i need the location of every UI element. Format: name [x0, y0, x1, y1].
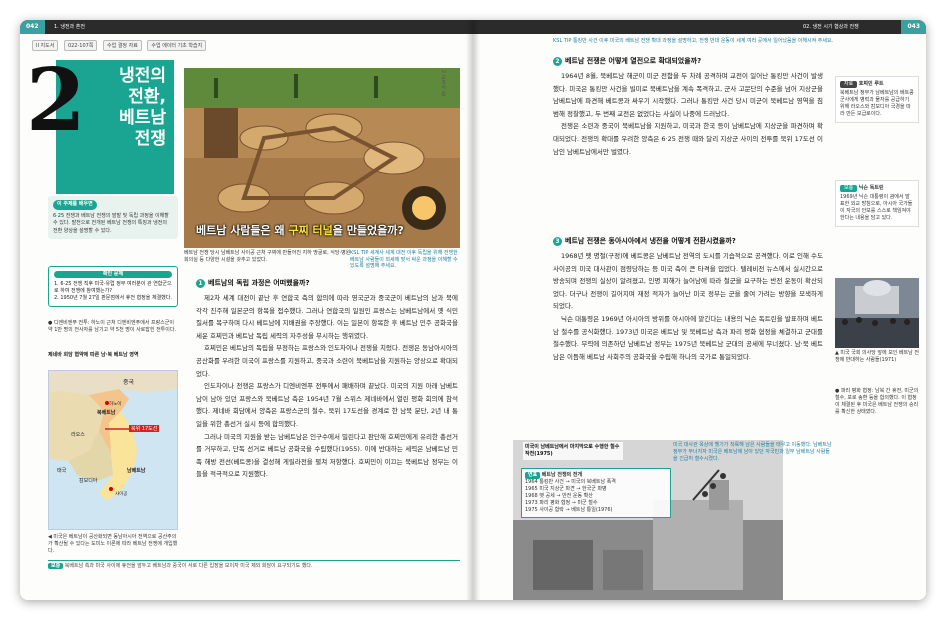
section-1-paragraph: 그러나 미국의 지원을 받는 남베트남은 인구수에서 밀린다고 판단해 호찌민에…	[196, 432, 458, 479]
map-label-south: 남베트남	[127, 468, 146, 474]
right-header: 02. 냉전 시기 협상과 전쟁 043	[473, 20, 926, 34]
left-page-number: 042	[20, 20, 45, 34]
section-1-title: 베트남의 독립 과정은 어떠했을까?	[208, 279, 310, 287]
textbook-spread: 042 1. 냉전과 혼전 II 지도서 022-107쪽 수업 결정 자료 수…	[20, 20, 926, 600]
timeline-title: 베트남 전쟁의 전개	[541, 472, 583, 478]
learning-goal-tag: 이 주제를 배우면	[53, 200, 97, 210]
check-question-title: 확인 문제	[54, 271, 172, 278]
section-1-heading: 1 베트남의 독립 과정은 어떠했을까?	[196, 278, 310, 288]
section-1-body: 제2차 세계 대전이 끝난 후 연합국 측의 합의에 따라 영국군과 중국군이 …	[196, 292, 458, 481]
timeline-item: 1965 미국 지상군 파견 → 한국군 파병	[525, 486, 607, 492]
timeline-item: 1973 파리 평화 협정 → 미군 철수	[525, 500, 598, 506]
bottom-note-text: 북베트남 측과 미국 사이에 휴전을 앞두고 베트남과 중국이 서로 다른 입장…	[64, 563, 313, 569]
ksl-tip-left: KSL TIP 세계사 세계 대전 이후 독립을 위해 전쟁한 베트남 사람들이…	[350, 250, 458, 269]
section-3-body: 1968년 뗏 명절(구정)에 베트콩은 남베트남 전역의 도시를 기습적으로 …	[553, 250, 823, 363]
side-box-text: 1969년 닉슨 대통령이 괌에서 발표한 외교 방침으로, 아시아 국가들이 …	[840, 194, 913, 221]
section-1-paragraph: 인도차이나 전쟁은 프랑스가 디엔비엔푸 전투에서 패배하며 끝났다. 미국의 …	[196, 382, 458, 428]
side-box-title: 호찌민 루트	[858, 81, 884, 87]
section-2-paragraph: 전쟁은 소련과 중국이 북베트남을 지원하고, 미국과 한국 등이 남베트남에 …	[553, 122, 823, 156]
right-header-title: 02. 냉전 시기 협상과 전쟁	[803, 24, 859, 30]
map-label-thailand: 태국	[57, 468, 67, 474]
paris-accord-note: ● 파리 평화 협정: 남북 간 휴전, 미군의 철수, 포로 송환 등을 합의…	[835, 388, 919, 415]
map-label-china: 중국	[123, 379, 135, 386]
evacuation-photo-graphic	[513, 440, 783, 600]
book-gutter	[466, 20, 480, 600]
resource-chip[interactable]: 수업 결정 자료	[103, 40, 142, 51]
side-box-tag: 자료	[840, 81, 858, 88]
section-1-paragraph: 제2차 세계 대전이 끝난 후 연합국 측의 합의에 따라 영국군과 중국군이 …	[196, 294, 458, 340]
antiwar-protest-photo	[835, 278, 919, 348]
term-note: ● 디엔비엔푸 전투: 하노이 근처 디엔비엔푸에서 프랑스군이 약 1만 명의…	[48, 320, 177, 333]
cu-chi-tunnel-illustration	[184, 68, 460, 248]
map-label-hanoi: 하노이	[109, 402, 122, 407]
section-3-paragraph: 1968년 뗏 명절(구정)에 베트콩은 남베트남 전역의 도시를 기습적으로 …	[553, 252, 823, 311]
timeline-item: 1975 사이공 함락 → 베트남 통일(1976)	[525, 507, 613, 513]
right-page-number: 043	[901, 20, 926, 34]
timeline-tag: 연표	[525, 472, 541, 479]
ksl-tip-right: KSL TIP 통킹만 사건 이후 미국의 베트남 전쟁 확대 과정을 설명하고…	[553, 38, 834, 44]
chapter-number: 2	[26, 50, 86, 151]
protest-photo-graphic	[835, 278, 919, 348]
map-caption: ◀ 미국은 베트남이 공산화되면 동남아시아 전역으로 공산주의가 확산될 수 …	[48, 534, 178, 554]
section-1-paragraph: 호찌민은 베트남의 독립을 부정하는 프랑스와 인도차이나 전쟁을 치렀다. 전…	[196, 344, 458, 378]
nixon-doctrine-box: 보충 닉슨 독트린 1969년 닉슨 대통령이 괌에서 발표한 외교 방침으로,…	[835, 180, 919, 227]
left-header: 042 1. 냉전과 혼전	[20, 20, 473, 34]
section-3-paragraph: 닉슨 대통령은 1969년 아시아의 방위를 아시아에 맡긴다는 내용의 닉슨 …	[553, 314, 823, 361]
map-title: 제네바 회담 협약에 따른 남·북 베트남 영역	[48, 352, 139, 358]
check-question-item: 1. 6·25 전쟁 직후 미국·유럽 정부 여러분이 관 연합군으로 하여 전…	[54, 281, 172, 294]
left-header-title: 1. 냉전과 혼전	[54, 24, 85, 30]
section-2-heading: 2 베트남 전쟁은 어떻게 열전으로 확대되었을까?	[553, 56, 701, 66]
side-tab-label: 2 교과서 쪽	[440, 70, 446, 97]
hero-subcaption: 베트남 전쟁 당시 남베트남 사이공 근처 구찌에 만들어진 지하 땅굴로, 식…	[184, 250, 352, 263]
war-timeline-box: 연표 베트남 전쟁의 전개 1964 통킹만 사건 → 미국의 북베트남 폭격 …	[521, 468, 671, 518]
timeline-item: 1968 뗏 공세 → 반전 운동 확산	[525, 493, 593, 499]
left-page: 042 1. 냉전과 혼전 II 지도서 022-107쪽 수업 결정 자료 수…	[20, 20, 473, 600]
resource-chip[interactable]: 수업 에이터 기초 학습지	[147, 40, 207, 51]
map-label-cambodia: 캄보디아	[79, 478, 98, 484]
section-2-paragraph: 1964년 8월, 북베트남 해군이 미군 전함을 두 차례 공격하며 교전이 …	[553, 72, 823, 118]
map-label-laos: 라오스	[71, 432, 85, 438]
timeline-item: 1964 통킹만 사건 → 미국의 북베트남 폭격	[525, 479, 616, 485]
section-2-title: 베트남 전쟁은 어떻게 열전으로 확대되었을까?	[565, 57, 702, 65]
learning-goal-text: 6·25 전쟁과 베트남 전쟁의 발발 및 독립 과정을 이해할 수 있다. 발…	[53, 212, 169, 234]
section-3-heading: 3 베트남 전쟁은 동아시아에서 냉전을 어떻게 전환시켰을까?	[553, 236, 736, 246]
section-1-number: 1	[196, 279, 205, 288]
map-label-north: 북베트남	[97, 410, 116, 416]
map-label-17th-parallel: 북위 17도선	[129, 425, 160, 432]
saigon-evacuation-photo	[513, 440, 783, 600]
hero-caption-highlight: 구찌 터널	[288, 224, 333, 237]
hero-caption: 베트남 사람들은 왜 구찌 터널을 만들었을까?	[196, 222, 436, 238]
right-page: 02. 냉전 시기 협상과 전쟁 043 KSL TIP 통킹만 사건 이후 미…	[473, 20, 926, 600]
bottom-note-tag: 보충	[48, 563, 64, 569]
ho-chi-minh-trail-box: 자료 호찌민 루트 북베트남 정부가 남베트남의 베트콩 군사에게 병력과 물자…	[835, 76, 919, 123]
side-box-tag: 보충	[840, 185, 858, 192]
protest-photo-caption: ▲ 미국 국회 의사당 앞에 모인 베트남 전쟁에 반대하는 사람들(1971)	[835, 350, 919, 363]
side-box-text: 북베트남 정부가 남베트남의 베트콩 군사에게 병력과 물자를 공급하기 위해 …	[840, 90, 914, 117]
hero-caption-prefix: 베트남 사람들은 왜	[196, 224, 289, 237]
check-question-item: 2. 1950년 7월 27일 판문점에서 휴전 협정을 체결했다.	[54, 295, 172, 301]
tunnel-illustration-graphic	[184, 68, 460, 248]
evacuation-photo-description: 미국 대사관 옥상에 헬기가 착륙해 남은 사람들을 태우고 이동했다. 남베트…	[673, 442, 832, 462]
side-box-title: 닉슨 독트린	[858, 185, 884, 191]
section-3-title: 베트남 전쟁은 동아시아에서 냉전을 어떻게 전환시켰을까?	[565, 237, 736, 245]
section-3-number: 3	[553, 237, 562, 246]
learning-goal-box: 이 주제를 배우면 6·25 전쟁과 베트남 전쟁의 발발 및 독립 과정을 이…	[48, 196, 178, 239]
section-2-number: 2	[553, 57, 562, 66]
vietnam-map: 중국 북베트남 하노이 북위 17도선 라오스 태국 캄보디아 남베트남 사이공	[48, 370, 178, 530]
map-label-saigon: 사이공	[115, 492, 128, 497]
check-question-box: 확인 문제 1. 6·25 전쟁 직후 미국·유럽 정부 여러분이 관 연합군으…	[48, 266, 178, 307]
bottom-supplement-note: 보충 북베트남 측과 미국 사이에 휴전을 앞두고 베트남과 중국이 서로 다른…	[48, 560, 460, 570]
hero-caption-suffix: 을 만들었을까?	[332, 224, 404, 237]
section-2-body: 1964년 8월, 북베트남 해군이 미군 전함을 두 차례 공격하며 교전이 …	[553, 70, 823, 158]
evacuation-photo-title: 미국이 남베트남에서 마지막으로 수행한 철수 작전(1975)	[523, 442, 623, 460]
vietnam-map-graphic	[49, 371, 177, 529]
